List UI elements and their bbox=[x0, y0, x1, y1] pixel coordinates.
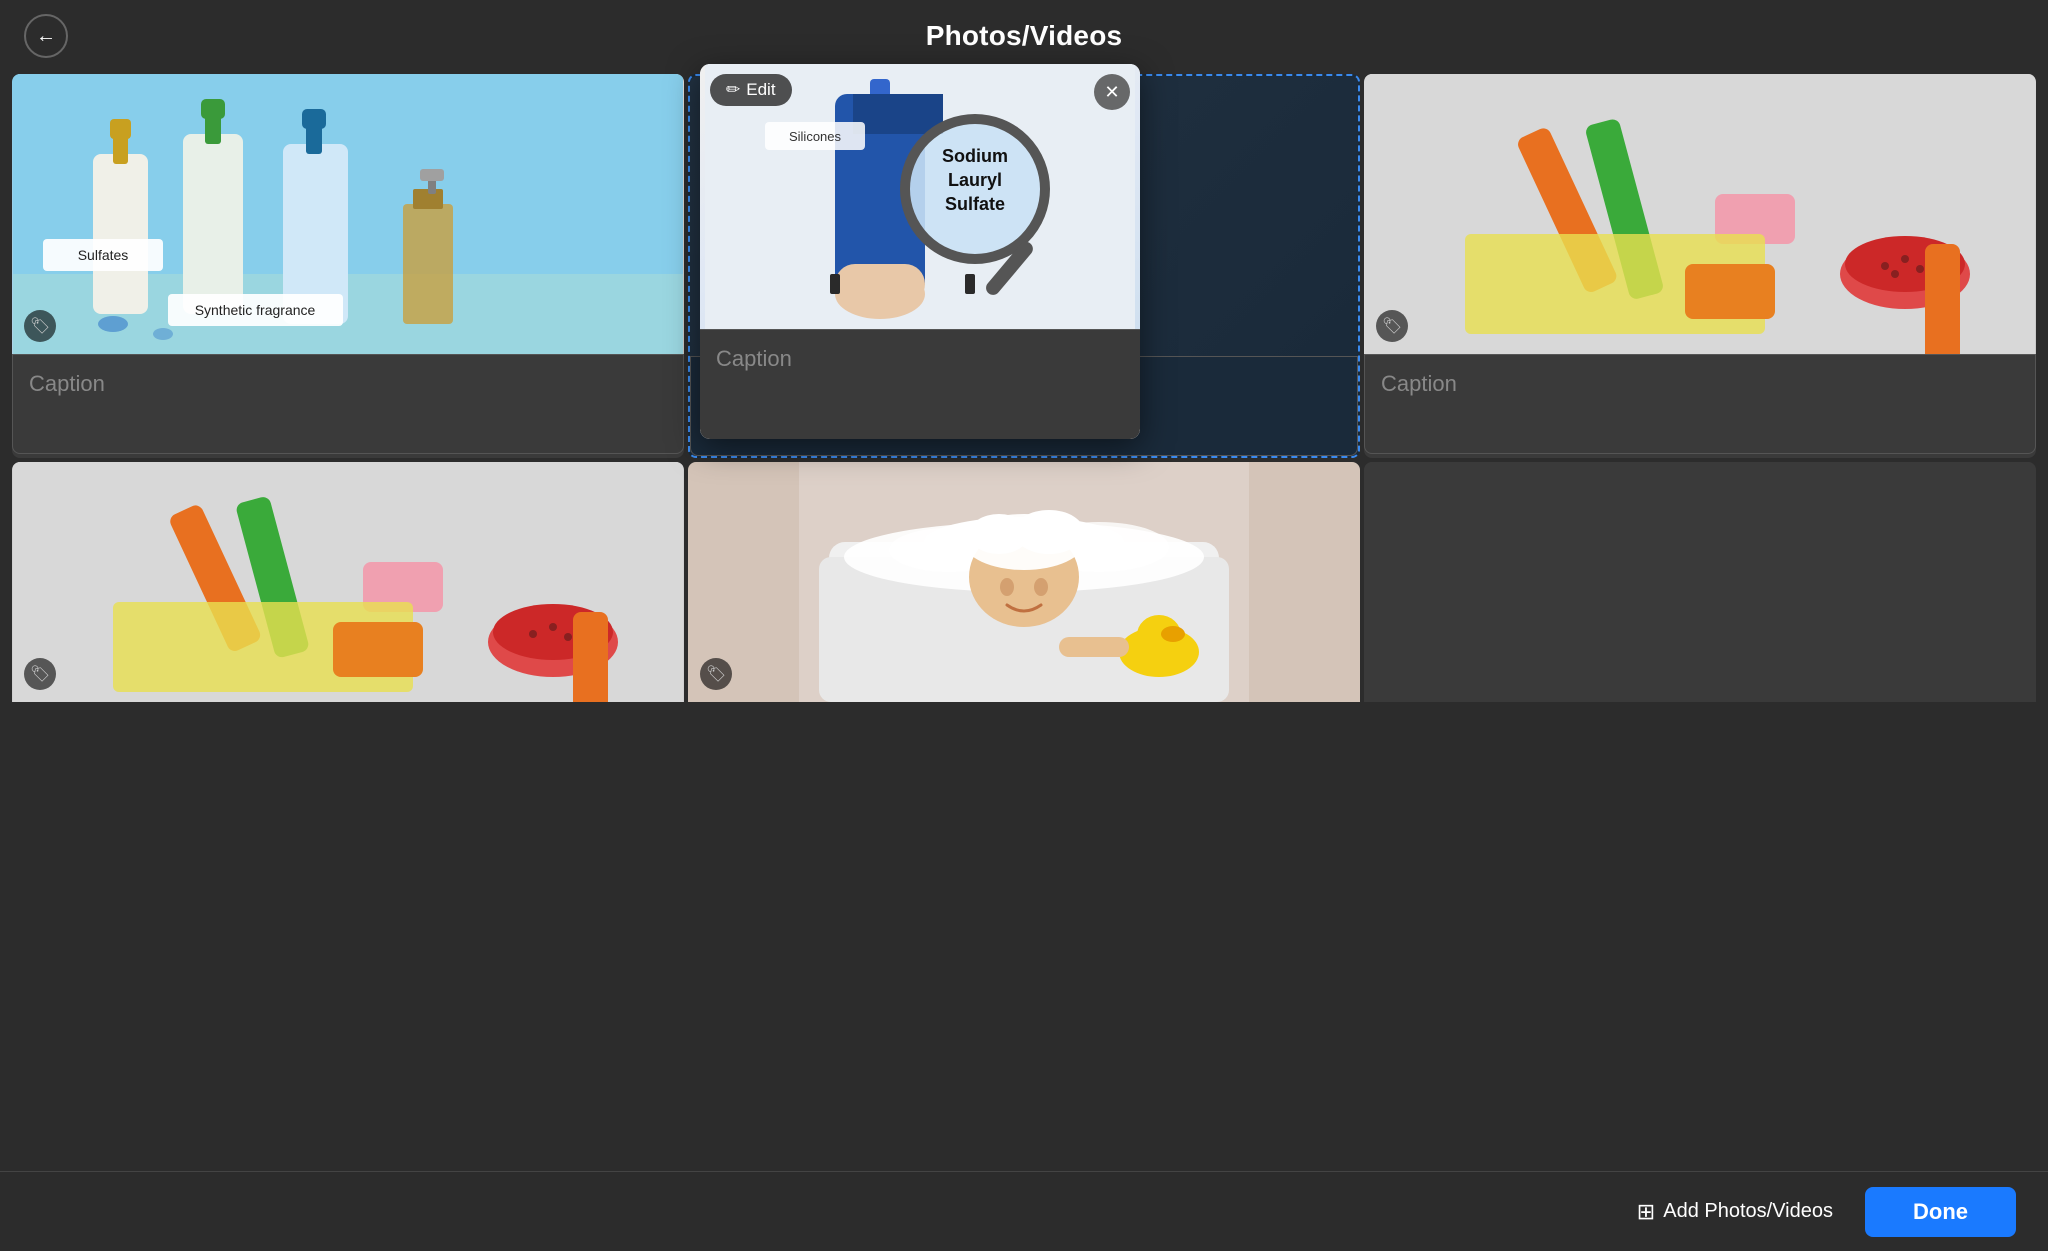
expanded-card: ✏ true Edit ✕ bbox=[700, 64, 1140, 439]
tag-icon-5: 🏷 bbox=[700, 658, 732, 690]
add-photos-button[interactable]: ⊞ Add Photos/Videos bbox=[1621, 1189, 1849, 1235]
caption-3: Caption bbox=[1381, 371, 1457, 397]
row1-grid: Sulfates Synthetic fragrance 🏷 Caption 🏷… bbox=[0, 72, 2048, 460]
close-button[interactable]: ✕ bbox=[1094, 74, 1130, 110]
edit-icon: ✏ bbox=[726, 80, 740, 100]
soap2-illustration bbox=[12, 462, 684, 702]
tag-icon-1: 🏷 bbox=[24, 310, 56, 342]
back-icon: ← bbox=[36, 25, 56, 48]
row2-grid: 🏷 bbox=[0, 460, 2048, 704]
photo-4: 🏷 bbox=[12, 462, 684, 702]
header: ← Photos/Videos bbox=[0, 0, 2048, 72]
grid-cell-3[interactable]: 🏷 Caption bbox=[1364, 74, 2036, 458]
grid-cell-2[interactable]: 🏷 Caption ✏ true Edit ✕ bbox=[688, 74, 1360, 458]
caption-area-3[interactable]: Caption bbox=[1364, 354, 2036, 454]
caption-area-1[interactable]: Caption bbox=[12, 354, 684, 454]
grid-cell-5[interactable]: 🏷 bbox=[688, 462, 1360, 702]
grid-cell-1[interactable]: Sulfates Synthetic fragrance 🏷 Caption bbox=[12, 74, 684, 458]
svg-text:Synthetic fragrance: Synthetic fragrance bbox=[195, 302, 316, 318]
close-icon: ✕ bbox=[1104, 82, 1119, 103]
photo-1: Sulfates Synthetic fragrance 🏷 bbox=[12, 74, 684, 354]
edit-button[interactable]: ✏ true Edit bbox=[710, 74, 792, 106]
page-title: Photos/Videos bbox=[926, 20, 1123, 52]
overlay-caption-area[interactable]: Caption bbox=[700, 329, 1140, 439]
grid-cell-4[interactable]: 🏷 bbox=[12, 462, 684, 702]
soap-illustration bbox=[1364, 74, 2036, 354]
back-button[interactable]: ← bbox=[24, 14, 68, 58]
bottles-illustration: Sulfates Synthetic fragrance bbox=[12, 74, 684, 354]
tag-icon-3: 🏷 bbox=[1376, 310, 1408, 342]
add-photos-label: Add Photos/Videos bbox=[1663, 1200, 1833, 1223]
done-button[interactable]: Done bbox=[1865, 1187, 2016, 1237]
photo-3: 🏷 bbox=[1364, 74, 2036, 354]
footer: ⊞ Add Photos/Videos Done bbox=[0, 1171, 2048, 1251]
tag-icon-4: 🏷 bbox=[24, 658, 56, 690]
overlay-caption: Caption bbox=[716, 346, 792, 372]
edit-text: Edit bbox=[746, 80, 775, 100]
bath-illustration bbox=[688, 462, 1360, 702]
photo-6 bbox=[1364, 462, 2036, 702]
add-icon: ⊞ bbox=[1637, 1199, 1655, 1225]
svg-text:Sulfates: Sulfates bbox=[78, 247, 129, 263]
grid-cell-6[interactable] bbox=[1364, 462, 2036, 702]
caption-1: Caption bbox=[29, 371, 105, 397]
photo-5: 🏷 bbox=[688, 462, 1360, 702]
svg-text:Lauryl: Lauryl bbox=[948, 170, 1002, 190]
svg-text:Sodium: Sodium bbox=[942, 146, 1008, 166]
svg-text:Sulfate: Sulfate bbox=[945, 194, 1005, 214]
svg-text:Silicones: Silicones bbox=[789, 129, 842, 144]
